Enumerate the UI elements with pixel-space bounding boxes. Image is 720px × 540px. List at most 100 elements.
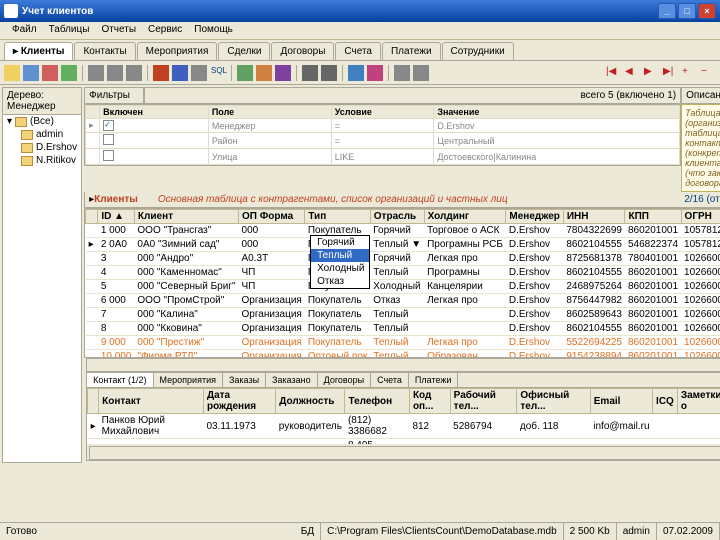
status-path: C:\Program Files\ClientsCount\DemoDataba… xyxy=(321,523,564,540)
tool-report-icon[interactable] xyxy=(367,65,383,81)
dropdown-option[interactable]: Отказ xyxy=(311,275,369,288)
tab-contacts[interactable]: Контакты xyxy=(74,42,135,60)
table-row[interactable]: 7 000 "Калина"ОрганизацияПокупательТеплы… xyxy=(86,308,720,322)
status-date: 07.02.2009 xyxy=(657,523,720,540)
desc-label: Описание таблицы:× xyxy=(681,87,720,104)
folder-icon xyxy=(21,143,33,153)
close-button[interactable]: × xyxy=(698,3,716,19)
filter-grid[interactable]: ВключенПолеУсловиеЗначение▸Менеджер=D.Er… xyxy=(84,104,681,166)
detail-tab[interactable]: Заказы xyxy=(223,373,266,387)
app-icon xyxy=(4,4,18,18)
table-row[interactable]: 4 000 "Каменномас"ЧППокупательТеплыйПрог… xyxy=(86,266,720,280)
tool-filter-icon[interactable] xyxy=(153,65,169,81)
status-ready: Готово xyxy=(0,523,295,540)
menubar: Файл Таблицы Отчеты Сервис Помощь xyxy=(0,22,720,40)
tab-accounts[interactable]: Счета xyxy=(335,42,381,60)
tool-delete-icon[interactable] xyxy=(42,65,58,81)
tab-employees[interactable]: Сотрудники xyxy=(442,42,514,60)
window-title: Учет клиентов xyxy=(22,6,93,17)
status-db-label: БД xyxy=(295,523,321,540)
menu-file[interactable]: Файл xyxy=(6,22,43,39)
table-row[interactable]: 3 000 "Андро"А0.3ТПокупательГорячийЛегка… xyxy=(86,252,720,266)
grid-subtitle: Основная таблица с контрагентами, список… xyxy=(158,194,684,205)
tab-contracts[interactable]: Договоры xyxy=(271,42,334,60)
folder-icon xyxy=(21,156,33,166)
tool-search-icon[interactable] xyxy=(191,65,207,81)
tool-edit-icon[interactable] xyxy=(23,65,39,81)
detail-tab[interactable]: Платежи xyxy=(409,373,459,387)
tab-events[interactable]: Мероприятия xyxy=(137,42,218,60)
tree-header: Дерево: Менеджер xyxy=(3,88,81,115)
tool-import-icon[interactable] xyxy=(275,65,291,81)
contact-row[interactable]: Петров18.01.19718 495 22233442384562доб.… xyxy=(88,439,720,445)
table-row[interactable]: ▸2 0А00А0 "Зимний сад"000ПокупательТеплы… xyxy=(86,238,720,252)
nav-remove-icon[interactable]: − xyxy=(700,65,716,81)
tool-save-icon[interactable] xyxy=(61,65,77,81)
table-description: Таблица со списком клиентов (организаций… xyxy=(681,104,720,192)
detail-pane: Контакт (1/2)МероприятияЗаказыЗаказаноДо… xyxy=(86,372,720,461)
nav-next-icon[interactable]: ▶ xyxy=(643,65,659,81)
tab-deals[interactable]: Сделки xyxy=(218,42,270,60)
industry-dropdown[interactable]: ГорячийТеплыйХолодныйОтказ xyxy=(310,235,370,289)
contact-row[interactable]: ▸Панков Юрий Михайлович03.11.1973руковод… xyxy=(88,414,720,439)
minimize-button[interactable]: _ xyxy=(658,3,676,19)
menu-service[interactable]: Сервис xyxy=(142,22,188,39)
tool-copy-icon[interactable] xyxy=(107,65,123,81)
filters-count: всего 5 (включено 1) xyxy=(144,87,681,104)
tab-clients[interactable]: ▸ Клиенты xyxy=(4,42,73,60)
tool-sql-icon[interactable]: SQL xyxy=(210,65,226,81)
toolbar: SQL |◀ ◀ ▶ ▶| + − xyxy=(0,61,720,85)
nav-add-icon[interactable]: + xyxy=(681,65,697,81)
detail-hscrollbar[interactable] xyxy=(89,446,720,460)
status-size: 2 500 Kb xyxy=(564,523,617,540)
tool-paste-icon[interactable] xyxy=(126,65,142,81)
main-tabs: ▸ Клиенты Контакты Мероприятия Сделки До… xyxy=(0,40,720,61)
nav-prev-icon[interactable]: ◀ xyxy=(624,65,640,81)
hscrollbar[interactable] xyxy=(86,358,720,372)
dropdown-option[interactable]: Холодный xyxy=(311,262,369,275)
tool-users-icon[interactable] xyxy=(413,65,429,81)
grid-header: ▸ Клиенты Основная таблица с контрагента… xyxy=(84,192,720,208)
tool-settings-icon[interactable] xyxy=(394,65,410,81)
detail-tab[interactable]: Счета xyxy=(371,373,409,387)
tool-sort-icon[interactable] xyxy=(172,65,188,81)
tool-cut-icon[interactable] xyxy=(88,65,104,81)
nav-first-icon[interactable]: |◀ xyxy=(605,65,621,81)
folder-icon xyxy=(15,117,27,127)
tool-chart-icon[interactable] xyxy=(348,65,364,81)
menu-reports[interactable]: Отчеты xyxy=(95,22,142,39)
nav-last-icon[interactable]: ▶| xyxy=(662,65,678,81)
table-row[interactable]: 5 000 "Северный Бриг"ЧППокупательХолодны… xyxy=(86,280,720,294)
detail-tab[interactable]: Контакт (1/2) xyxy=(87,373,153,387)
titlebar: Учет клиентов _ □ × xyxy=(0,0,720,22)
tool-preview-icon[interactable] xyxy=(321,65,337,81)
dropdown-option[interactable]: Горячий xyxy=(311,236,369,249)
tree-panel: Дерево: Менеджер ▾(Все) admin D.Ershov N… xyxy=(2,87,82,463)
data-grid[interactable]: ID ▲КлиентОП ФормаТипОтрасльХолдингМенед… xyxy=(84,208,720,358)
tool-new-icon[interactable] xyxy=(4,65,20,81)
table-row[interactable]: 9 000000 "Престиж"ОрганизацияПокупательТ… xyxy=(86,336,720,350)
folder-icon xyxy=(21,130,33,140)
menu-help[interactable]: Помощь xyxy=(188,22,239,39)
tree-item-ritikov[interactable]: N.Ritikov xyxy=(3,154,81,167)
tree-item-ershov[interactable]: D.Ershov xyxy=(3,141,81,154)
grid-title: Клиенты xyxy=(94,194,138,205)
table-row[interactable]: 10 000"Фирма РТД"ОрганизацияОптовый покТ… xyxy=(86,350,720,359)
table-row[interactable]: 6 000ООО "ПромСтрой"ОрганизацияПокупател… xyxy=(86,294,720,308)
grid-counter: 2/16 (отфильтровано) всего 20 xyxy=(684,194,720,205)
tool-export-icon[interactable] xyxy=(256,65,272,81)
maximize-button[interactable]: □ xyxy=(678,3,696,19)
detail-tab[interactable]: Мероприятия xyxy=(154,373,223,387)
detail-tab[interactable]: Заказано xyxy=(266,373,318,387)
tree-root[interactable]: ▾(Все) xyxy=(3,115,81,128)
table-row[interactable]: 8 000 "Кковина"ОрганизацияПокупательТепл… xyxy=(86,322,720,336)
dropdown-option[interactable]: Теплый xyxy=(311,249,369,262)
contacts-grid[interactable]: КонтактДата рожденияДолжностьТелефонКод … xyxy=(87,388,720,444)
tool-print-icon[interactable] xyxy=(302,65,318,81)
table-row[interactable]: 1 000ООО "Трансгаз"000ПокупательГорячийТ… xyxy=(86,224,720,238)
tool-refresh-icon[interactable] xyxy=(237,65,253,81)
detail-tab[interactable]: Договоры xyxy=(318,373,371,387)
tab-payments[interactable]: Платежи xyxy=(382,42,441,60)
menu-tables[interactable]: Таблицы xyxy=(43,22,96,39)
tree-item-admin[interactable]: admin xyxy=(3,128,81,141)
